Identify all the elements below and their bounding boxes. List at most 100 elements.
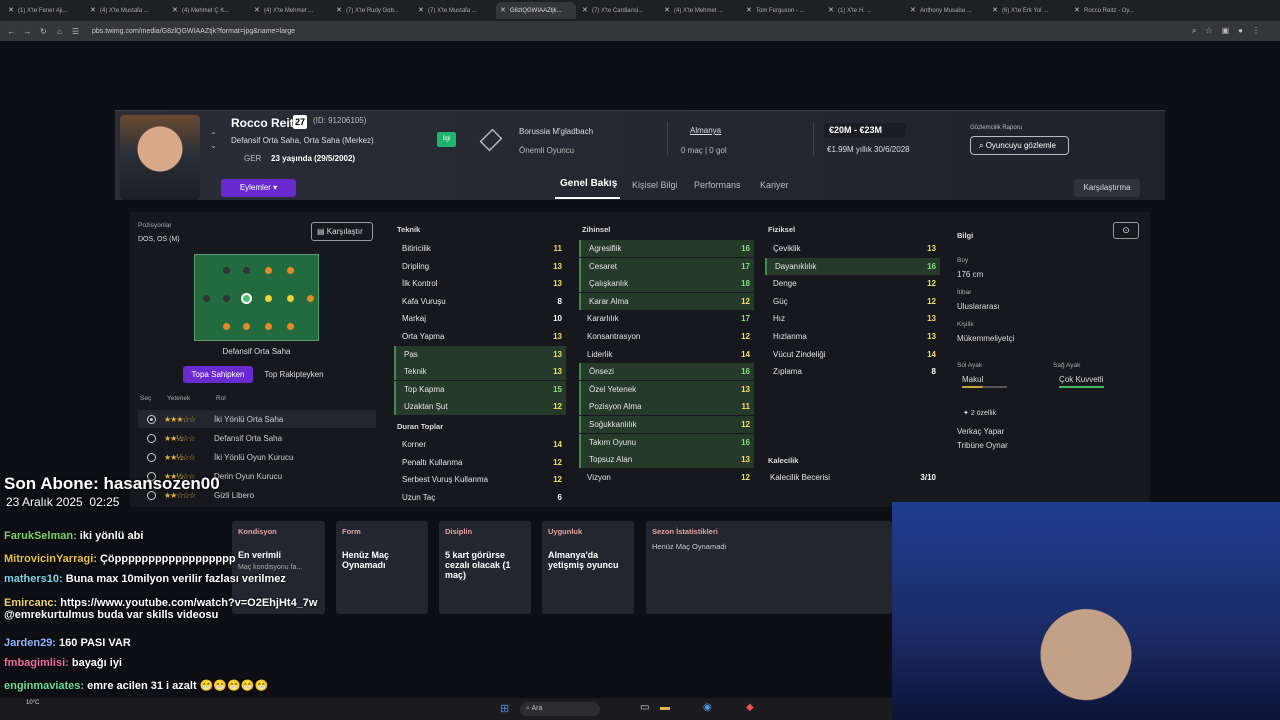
browser-tab[interactable]: ✕ (7) X'te Rudy Gob... [332, 2, 412, 19]
profile-avatar[interactable]: ● [1238, 26, 1243, 36]
toggle-in-possession[interactable]: Topa Sahipken [183, 366, 253, 383]
compare-button[interactable]: ▤ Karşılaştır [311, 222, 373, 241]
chat-username: fmbagimlisi: [4, 657, 69, 669]
attribute-row[interactable]: Zıplama 8 [765, 363, 940, 380]
back-icon[interactable]: ← [6, 27, 17, 36]
attribute-row[interactable]: Serbest Vuruş Kullanma 12 [394, 471, 566, 488]
attribute-row[interactable]: Çalışkanlık 18 [579, 275, 754, 293]
col-select: Seç [140, 395, 152, 402]
attribute-row[interactable]: Dripling 13 [394, 258, 566, 275]
attribute-row[interactable]: Karar Alma 12 [579, 292, 754, 310]
chevron-up-icon[interactable]: ⌃ [210, 131, 217, 140]
attribute-row[interactable]: Markaj 10 [394, 310, 566, 327]
attribute-row[interactable]: Konsantrasyon 12 [579, 328, 754, 345]
url-field[interactable]: pbs.twimg.com/media/G8zlQGWIAAZtjk?forma… [92, 28, 295, 35]
person-icon[interactable]: ⊙ [1113, 222, 1139, 239]
role-row[interactable]: ★★½☆☆ Defansif Orta Saha [138, 429, 376, 447]
attribute-row[interactable]: Hızlanma 13 [765, 328, 940, 345]
attribute-row[interactable]: Takım Oyunu 16 [579, 433, 754, 451]
attribute-row[interactable]: Kalecilik Becerisi 3/10 [762, 469, 940, 486]
browser-tab[interactable]: ✕ Rocco Reitz - Oy... [1070, 2, 1150, 19]
attribute-row[interactable]: Dayanıklılık 16 [765, 257, 940, 275]
browser-tab[interactable]: ✕ (1) X'te H. ... [824, 2, 904, 19]
attribute-row[interactable]: Top Kapma 15 [394, 380, 566, 398]
attribute-row[interactable]: Agresiflik 16 [579, 240, 754, 257]
bookmark-star-icon[interactable]: ☆ [1205, 26, 1212, 36]
extensions-icon[interactable]: ▣ [1222, 26, 1230, 36]
chevron-down-icon[interactable]: ⌄ [210, 141, 217, 150]
attribute-row[interactable]: Penaltı Kullanma 12 [394, 454, 566, 471]
tab-personal-info[interactable]: Kişisel Bilgi [632, 180, 678, 190]
tab-overview[interactable]: Genel Bakış [560, 178, 617, 189]
comparison-button[interactable]: Karşılaştırma [1074, 179, 1140, 197]
role-row[interactable]: ★★½☆☆ İki Yönlü Oyun Kurucu [138, 448, 376, 466]
folder-icon[interactable]: ▬ [660, 702, 670, 713]
browser-tab[interactable]: ✕ Tom Ferguson - ... [742, 2, 822, 19]
reload-icon[interactable]: ↻ [38, 27, 49, 36]
attribute-name: Önsezi [589, 367, 614, 377]
browser-tab[interactable]: ✕ (4) X'te Mustafa ... [86, 2, 166, 19]
zoom-icon[interactable]: ⌕ [1192, 26, 1196, 36]
attribute-row[interactable]: Vizyon 12 [579, 469, 754, 486]
actions-button[interactable]: Eylemler ▾ [221, 179, 296, 197]
attribute-row[interactable]: Soğukkanlılık 12 [579, 416, 754, 433]
browser-tab[interactable]: ✕ (1) X'te Fener Aji... [4, 2, 84, 19]
attribute-row[interactable]: Korner 14 [394, 436, 566, 453]
attribute-value: 17 [741, 314, 750, 324]
scout-player-button[interactable]: ⌕ Oyuncuyu gözlemle [970, 136, 1069, 155]
role-radio[interactable] [147, 433, 156, 443]
browser-tab[interactable]: ✕ (4) X'te Mehmet ... [250, 2, 330, 19]
attribute-row[interactable]: Liderlik 14 [579, 346, 754, 363]
browser-tab[interactable]: ✕ (4) X'te Mehmet ... [660, 2, 740, 19]
club-name[interactable]: Borussia M'gladbach [519, 127, 593, 136]
menu-icon[interactable]: ⋮ [1252, 26, 1260, 36]
role-radio[interactable] [147, 452, 156, 462]
site-info-icon[interactable]: ☰ [70, 27, 81, 36]
attribute-row[interactable]: Önsezi 16 [579, 363, 754, 381]
browser-tab[interactable]: ✕ G8zlQGWIAAZtjk... [496, 2, 576, 19]
role-radio[interactable] [147, 414, 156, 424]
attribute-row[interactable]: Güç 12 [765, 293, 940, 310]
height-label: Boy [957, 257, 969, 264]
attribute-row[interactable]: Kafa Vuruşu 8 [394, 293, 566, 310]
tab-performance[interactable]: Performans [694, 180, 741, 190]
attribute-row[interactable]: Özel Yetenek 13 [579, 380, 754, 398]
attribute-row[interactable]: Cesaret 17 [579, 257, 754, 275]
chat-username: MitrovicinYarragi: [4, 553, 97, 565]
forward-icon[interactable]: → [22, 27, 33, 36]
attribute-row[interactable]: Çeviklik 13 [765, 240, 940, 257]
interest-badge[interactable]: İlgi [437, 132, 456, 147]
windows-start-icon[interactable]: ⊞ [500, 702, 509, 715]
role-row[interactable]: ★★★☆☆ İki Yönlü Orta Saha [138, 410, 376, 428]
attribute-row[interactable]: Uzaktan Şut 12 [394, 398, 566, 416]
browser-tab[interactable]: ✕ (6) X'te Erk Yol ... [988, 2, 1068, 19]
attribute-row[interactable]: Topsuz Alan 13 [579, 451, 754, 469]
browser-tab-label: (4) X'te Mustafa ... [100, 7, 149, 14]
file-explorer-icon[interactable]: ▭ [640, 702, 649, 713]
attribute-row[interactable]: Teknik 13 [394, 363, 566, 381]
attribute-row[interactable]: Hız 13 [765, 310, 940, 327]
taskbar-search[interactable]: ⌕ Ara [520, 702, 600, 716]
browser-tab[interactable]: ✕ Anthony Musaba ... [906, 2, 986, 19]
browser-tab[interactable]: ✕ (4) Mehmet Ç K... [168, 2, 248, 19]
weather-widget[interactable]: 10°C [26, 700, 39, 706]
attribute-row[interactable]: Vücut Zindeliği 14 [765, 346, 940, 363]
tab-career[interactable]: Kariyer [760, 180, 789, 190]
browser-tab[interactable]: ✕ (7) X'te Mustafa ... [414, 2, 494, 19]
toggle-out-of-possession[interactable]: Top Rakipteyken [256, 366, 332, 383]
attribute-row[interactable]: Pas 13 [394, 345, 566, 363]
attribute-row[interactable]: Orta Yapma 13 [394, 328, 566, 345]
attribute-row[interactable]: Uzun Taç 6 [394, 489, 566, 506]
attribute-row[interactable]: Bitiricilik 11 [394, 240, 566, 257]
browser-tab[interactable]: ✕ (7) X'te Cardiansi... [578, 2, 658, 19]
nation-link[interactable]: Almanya [690, 126, 721, 135]
app-icon[interactable]: ◆ [746, 702, 754, 713]
attribute-row[interactable]: İlk Kontrol 13 [394, 275, 566, 292]
attribute-row[interactable]: Denge 12 [765, 275, 940, 292]
chrome-icon[interactable]: ◉ [703, 702, 712, 713]
attribute-row[interactable]: Pozisyon Alma 11 [579, 398, 754, 416]
home-icon[interactable]: ⌂ [54, 27, 65, 36]
traits-count[interactable]: ✦ 2 özellik [963, 409, 996, 417]
attribute-row[interactable]: Kararlılık 17 [579, 310, 754, 327]
player-country: GER [244, 154, 262, 163]
